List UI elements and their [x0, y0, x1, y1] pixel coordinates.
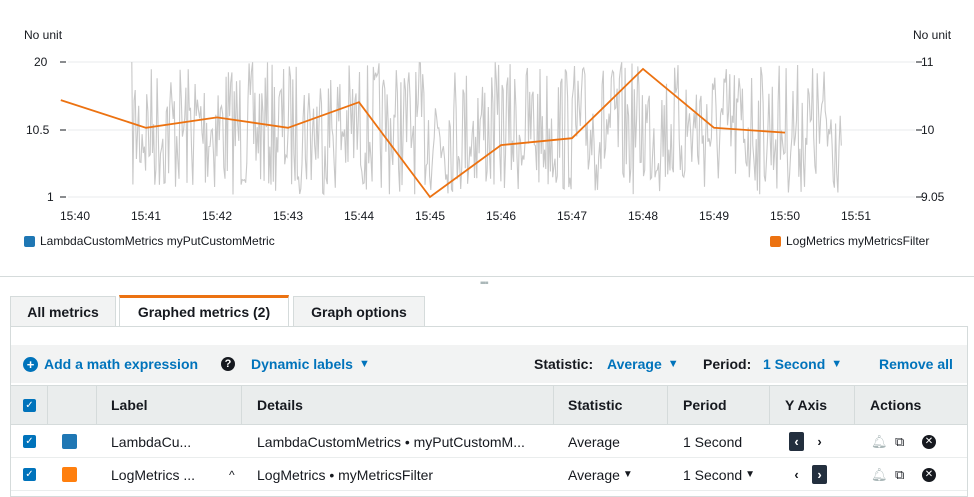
column-header-statistic[interactable]: Statistic	[568, 386, 622, 424]
resize-grip-icon[interactable]: ▪▪▪	[480, 278, 489, 289]
remove-all-button[interactable]: Remove all	[879, 345, 953, 383]
x-tick-label: 15:40	[60, 209, 91, 223]
legend-log-label: LogMetrics myMetricsFilter	[786, 234, 930, 248]
row-label[interactable]: LogMetrics ...	[111, 458, 195, 491]
tab-graph-options[interactable]: Graph options	[293, 296, 425, 326]
statistic-dropdown-value: Average	[607, 356, 662, 372]
legend-lambda-label: LambdaCustomMetrics myPutCustomMetric	[40, 234, 275, 248]
x-tick-label: 15:49	[699, 209, 730, 223]
help-icon[interactable]: ?	[221, 345, 235, 383]
legend-logmetrics[interactable]: LogMetrics myMetricsFilter	[770, 234, 929, 248]
row-details[interactable]: LogMetrics • myMetricsFilter	[257, 458, 433, 491]
tab-graphed-metrics[interactable]: Graphed metrics (2)	[119, 295, 289, 326]
x-tick-label: 15:42	[202, 209, 233, 223]
caret-down-icon: ▼	[745, 469, 756, 480]
period-label: Period:	[703, 356, 752, 372]
series-color-swatch[interactable]	[62, 425, 77, 458]
chevron-down-icon: ▼	[831, 358, 843, 370]
series-color-swatch[interactable]	[62, 458, 77, 491]
plus-circle-icon: +	[23, 356, 38, 372]
metrics-toolbar: + Add a math expression ? Dynamic labels…	[11, 345, 967, 383]
y-axis-left-button[interactable]: ‹	[789, 425, 804, 458]
x-tick-label: 15:46	[486, 209, 517, 223]
x-tick-label: 15:45	[415, 209, 446, 223]
y-axis-left-button[interactable]: ‹	[789, 458, 804, 491]
row-period[interactable]: 1 Second	[683, 425, 742, 458]
chevron-down-icon: ▼	[667, 358, 679, 370]
row-period-dropdown[interactable]: 1 Second ▼	[683, 458, 755, 491]
panel-splitter[interactable]	[0, 276, 974, 277]
x-tick-label: 15:50	[770, 209, 801, 223]
table-row: ✓ LogMetrics ... ^ LogMetrics • myMetric…	[11, 458, 967, 491]
row-details[interactable]: LambdaCustomMetrics • myPutCustomM...	[257, 425, 525, 458]
dynamic-labels-dropdown[interactable]: Dynamic labels ▼	[251, 345, 370, 383]
statistic-label: Statistic:	[534, 356, 594, 372]
x-tick-label: 15:41	[131, 209, 162, 223]
bell-icon[interactable]: 🔔︎	[871, 458, 888, 491]
caret-up-icon[interactable]: ^	[229, 458, 235, 491]
x-tick-label: 15:43	[273, 209, 304, 223]
row-statistic[interactable]: Average	[568, 425, 620, 458]
chevron-down-icon: ▼	[358, 358, 370, 370]
table-header: ✓ Label Details Statistic Period Y Axis …	[11, 385, 967, 425]
legend-lambda-swatch	[24, 235, 35, 247]
bell-icon[interactable]: 🔔︎	[871, 425, 888, 458]
tab-all-metrics[interactable]: All metrics	[10, 296, 116, 326]
y-axis-right-button[interactable]: ›	[812, 425, 827, 458]
row-statistic: Average	[568, 466, 620, 483]
y-axis-right-button[interactable]: ›	[812, 458, 827, 491]
row-label[interactable]: LambdaCu...	[111, 425, 191, 458]
add-math-label: Add a math expression	[44, 356, 199, 372]
column-header-details[interactable]: Details	[257, 386, 303, 424]
period-dropdown-value: 1 Second	[763, 356, 826, 372]
add-math-expression-button[interactable]: + Add a math expression	[23, 345, 198, 383]
remove-icon[interactable]: ✕	[922, 425, 936, 458]
select-all-checkbox[interactable]: ✓	[23, 386, 36, 424]
legend-lambda[interactable]: LambdaCustomMetrics myPutCustomMetric	[24, 234, 275, 248]
column-header-actions[interactable]: Actions	[870, 386, 921, 424]
duplicate-icon[interactable]: ⧉	[895, 425, 904, 458]
row-checkbox[interactable]: ✓	[23, 425, 36, 458]
row-statistic-dropdown[interactable]: Average ▼	[568, 458, 633, 491]
x-tick-label: 15:47	[557, 209, 588, 223]
row-period: 1 Second	[683, 466, 743, 483]
caret-down-icon: ▼	[622, 469, 633, 480]
table-row: ✓ LambdaCu... LambdaCustomMetrics • myPu…	[11, 425, 967, 458]
column-header-label[interactable]: Label	[111, 386, 148, 424]
x-tick-label: 15:51	[841, 209, 872, 223]
legend-log-swatch	[770, 235, 781, 247]
duplicate-icon[interactable]: ⧉	[895, 458, 904, 491]
remove-icon[interactable]: ✕	[922, 458, 936, 491]
statistic-dropdown[interactable]: Average ▼	[607, 345, 679, 383]
x-tick-label: 15:44	[344, 209, 375, 223]
period-dropdown[interactable]: 1 Second ▼	[763, 345, 842, 383]
dynamic-labels-label: Dynamic labels	[251, 356, 353, 372]
series-line-lambda	[131, 61, 842, 196]
x-tick-label: 15:48	[628, 209, 659, 223]
column-header-period[interactable]: Period	[683, 386, 727, 424]
row-checkbox[interactable]: ✓	[23, 458, 36, 491]
column-header-y-axis[interactable]: Y Axis	[785, 386, 827, 424]
